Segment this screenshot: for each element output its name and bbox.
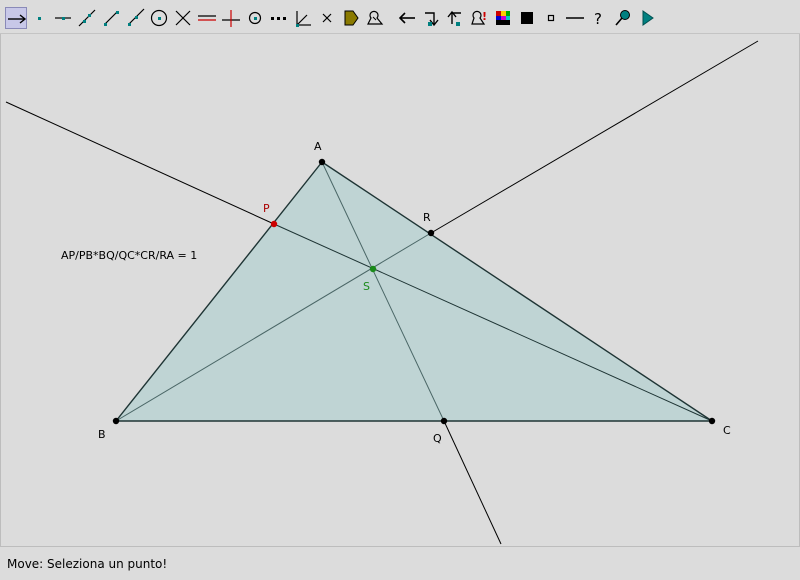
point-on-object-tool-button[interactable] <box>52 7 74 29</box>
zoom-pin-icon <box>615 10 630 26</box>
label-tag-icon <box>344 10 359 26</box>
perpendicular-line-tool-icon <box>222 10 240 27</box>
segment-tool-icon <box>104 11 119 26</box>
parallel-line-tool-icon <box>198 15 216 21</box>
point-q[interactable] <box>440 417 448 425</box>
undo-button[interactable] <box>396 7 418 29</box>
play-animation-button[interactable] <box>636 7 658 29</box>
color-palette-button[interactable] <box>492 7 514 29</box>
zoom-button[interactable] <box>612 7 634 29</box>
label-r: R <box>423 211 431 224</box>
filled-square-icon <box>521 12 533 24</box>
drawing-canvas[interactable]: A B C Q R P S AP/PB*BQ/QC*CR/RA = 1 <box>0 34 800 546</box>
geometry-figure: A B C Q R P S AP/PB*BQ/QC*CR/RA = 1 <box>5 40 759 545</box>
calculator-button[interactable]: ! <box>468 7 490 29</box>
angle-tool-button[interactable] <box>292 7 314 29</box>
ray-tool-button[interactable] <box>124 7 146 29</box>
move-tool-button[interactable] <box>5 7 27 29</box>
help-button[interactable]: ? <box>588 7 610 29</box>
delete-tool-button[interactable] <box>316 7 338 29</box>
point-on-object-tool-icon <box>55 17 71 20</box>
redo-button[interactable] <box>420 7 442 29</box>
status-message: Move: Seleziona un punto! <box>7 557 168 571</box>
status-bar: Move: Seleziona un punto! <box>0 546 800 580</box>
midpoint-tool-button[interactable] <box>244 7 266 29</box>
point-b[interactable] <box>112 417 120 425</box>
locus-tool-button[interactable] <box>268 7 290 29</box>
point-p[interactable] <box>270 220 278 228</box>
point-r[interactable] <box>427 229 435 237</box>
redo-arrow-icon <box>425 12 439 27</box>
fill-style-button[interactable] <box>516 7 538 29</box>
ceva-formula-text: AP/PB*BQ/QC*CR/RA = 1 <box>61 249 197 262</box>
line-tool-button[interactable] <box>76 7 98 29</box>
intersection-tool-icon <box>175 10 191 26</box>
line-br-extension[interactable] <box>430 40 759 234</box>
label-a: A <box>314 140 322 153</box>
move-tool-icon <box>8 14 27 24</box>
delete-tool-icon <box>322 13 332 23</box>
perpendicular-line-tool-button[interactable] <box>220 7 242 29</box>
label-q: Q <box>433 432 442 445</box>
calculator-icon: ! <box>471 10 487 25</box>
small-square-icon <box>547 14 555 22</box>
locus-tool-icon <box>271 17 286 20</box>
svg-text:?: ? <box>594 10 602 28</box>
back-button[interactable] <box>444 7 466 29</box>
circle-tool-button[interactable] <box>148 7 170 29</box>
point-size-button[interactable] <box>540 7 562 29</box>
ray-tool-icon <box>128 8 145 26</box>
midpoint-tool-icon <box>248 11 262 25</box>
help-question-icon: ? <box>594 10 602 28</box>
undo-arrow-icon <box>398 12 415 24</box>
line-cp-extension[interactable] <box>5 101 275 225</box>
toolbar: ! ? <box>0 0 800 34</box>
triangle-abc[interactable] <box>116 162 712 421</box>
label-s: S <box>363 280 370 293</box>
point-tool-button[interactable] <box>28 7 50 29</box>
label-c: C <box>723 424 731 437</box>
line-tool-icon <box>78 9 96 27</box>
angle-tool-icon <box>296 11 311 27</box>
segment-tool-button[interactable] <box>100 7 122 29</box>
line-aq-extension[interactable] <box>443 420 502 545</box>
intersection-tool-button[interactable] <box>172 7 194 29</box>
line-style-icon <box>566 17 584 19</box>
label-b: B <box>98 428 106 441</box>
point-tool-icon <box>38 17 41 20</box>
point-s[interactable] <box>369 265 377 273</box>
point-c[interactable] <box>708 417 716 425</box>
label-p: P <box>263 202 270 215</box>
measure-tool-button[interactable] <box>364 7 386 29</box>
parallel-line-tool-button[interactable] <box>196 7 218 29</box>
play-animation-icon <box>642 10 654 26</box>
measure-tool-icon <box>367 10 384 25</box>
label-tool-button[interactable] <box>340 7 362 29</box>
color-palette-icon <box>496 11 510 25</box>
back-arrow-icon <box>447 10 461 26</box>
line-style-button[interactable] <box>564 7 586 29</box>
circle-tool-icon <box>150 9 168 27</box>
svg-text:!: ! <box>482 10 487 23</box>
point-a[interactable] <box>318 158 326 166</box>
